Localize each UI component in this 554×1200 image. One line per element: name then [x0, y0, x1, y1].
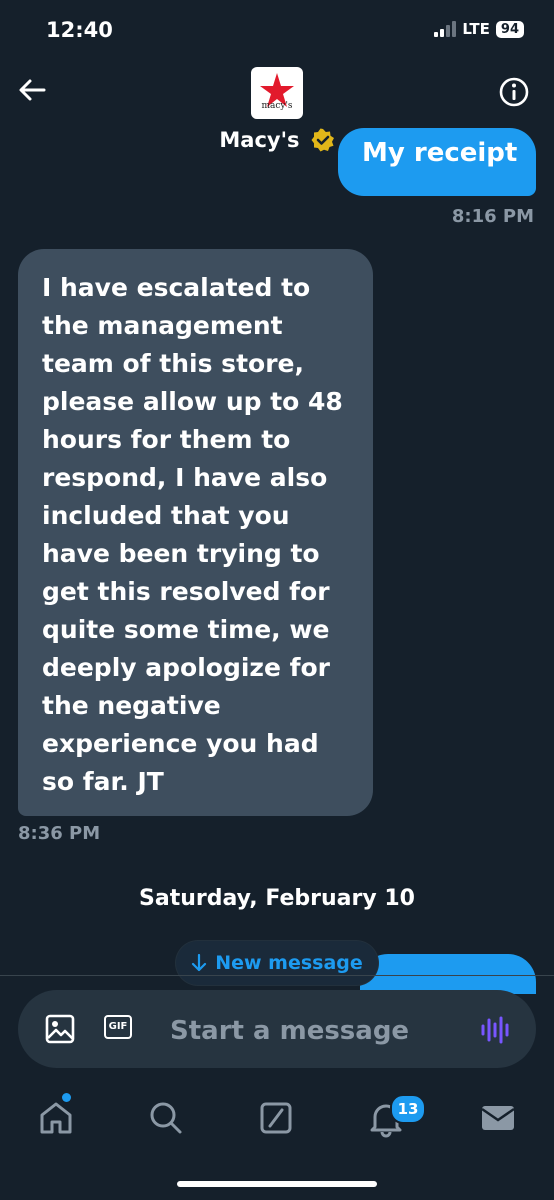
new-message-button[interactable]: New message [176, 941, 378, 985]
gif-label: GIF [104, 1015, 132, 1039]
avatar-logo-text: macy's [261, 101, 293, 111]
conversation-name: Macy's [219, 128, 300, 152]
status-time: 12:40 [46, 18, 113, 42]
home-indicator[interactable] [177, 1181, 377, 1187]
messages-envelope-icon[interactable] [478, 1098, 518, 1138]
status-indicators: LTE 94 [434, 20, 524, 38]
back-arrow-icon[interactable] [16, 74, 48, 106]
info-icon[interactable] [498, 76, 530, 108]
message-input[interactable] [170, 1011, 460, 1051]
gif-button[interactable]: GIF [104, 1015, 136, 1043]
battery-level: 94 [495, 20, 524, 38]
date-divider: Saturday, February 10 [139, 886, 415, 911]
received-message-time: 8:36 PM [18, 823, 101, 844]
sent-message-time: 8:16 PM [451, 206, 534, 227]
search-icon[interactable] [146, 1098, 186, 1138]
verified-badge-icon [311, 128, 334, 152]
avatar[interactable]: macy's [251, 67, 303, 119]
new-message-label: New message [215, 952, 363, 974]
conversation-title[interactable]: Macy's [0, 128, 554, 152]
home-icon[interactable] [36, 1098, 76, 1138]
divider [0, 975, 554, 976]
image-icon[interactable] [44, 1013, 76, 1045]
sent-message-bubble-partial[interactable] [360, 954, 536, 994]
network-label: LTE [462, 20, 490, 38]
voice-message-icon[interactable] [478, 1013, 512, 1047]
arrow-down-icon [192, 954, 207, 972]
home-notification-dot [62, 1093, 71, 1102]
received-message-text: I have escalated to the management team … [42, 273, 343, 796]
signal-icon [434, 21, 457, 37]
grok-icon[interactable] [256, 1098, 296, 1138]
notification-count-badge: 13 [390, 1094, 426, 1124]
received-message-bubble[interactable]: I have escalated to the management team … [18, 249, 373, 816]
